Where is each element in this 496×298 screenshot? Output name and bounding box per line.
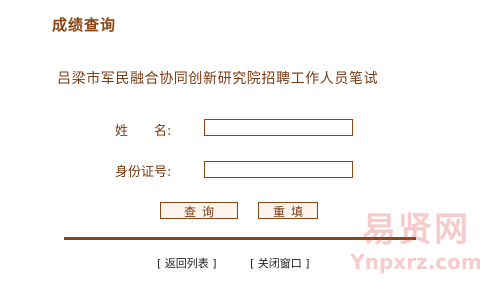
exam-name: 吕梁市军民融合协同创新研究院招聘工作人员笔试 xyxy=(57,71,379,87)
page-title: 成绩查询 xyxy=(52,16,117,34)
watermark-logo: 易贤网 Ynpxrz.com xyxy=(346,210,486,290)
watermark-text-cn: 易贤网 xyxy=(362,210,470,250)
watermark-text-en: Ynpxrz.com xyxy=(350,250,482,274)
query-button[interactable]: 查询 xyxy=(160,202,238,219)
back-to-list-link[interactable]: [ 返回列表 ] xyxy=(157,255,217,271)
name-label: 姓 名: xyxy=(115,120,171,139)
name-label-char-1: 姓 xyxy=(115,124,129,139)
name-input[interactable] xyxy=(204,119,353,136)
divider xyxy=(64,237,416,240)
id-number-input[interactable] xyxy=(204,161,353,178)
close-window-link[interactable]: [ 关闭窗口 ] xyxy=(250,255,310,271)
id-number-label: 身份证号: xyxy=(115,165,172,180)
name-label-char-2: 名: xyxy=(154,124,172,139)
reset-button[interactable]: 重填 xyxy=(258,202,318,219)
